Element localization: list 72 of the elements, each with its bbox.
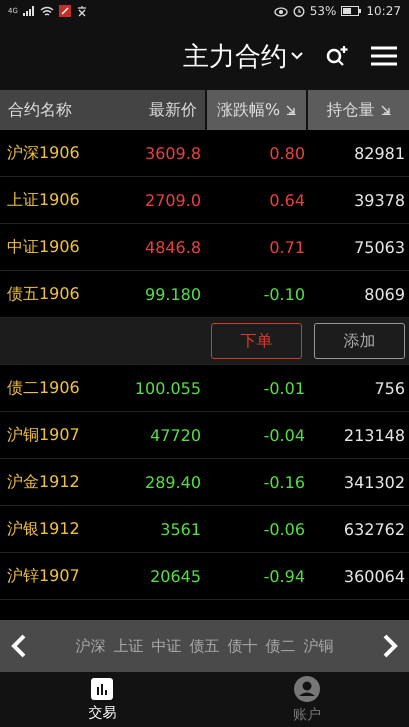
- sort-icon: [286, 105, 296, 115]
- contract-name: 沪深1906: [6, 142, 81, 164]
- latest-price: 20645: [149, 566, 201, 586]
- contract-name: 沪银1912: [6, 518, 81, 540]
- change-percent: -0.01: [262, 378, 305, 398]
- chevron-down-icon: [291, 52, 303, 60]
- column-header: 合约名称: [8, 100, 72, 120]
- change-percent: -0.10: [262, 284, 305, 304]
- menu-icon: [371, 46, 397, 66]
- battery-percent: 53%: [310, 4, 336, 18]
- eye-icon: [274, 6, 288, 16]
- latest-price: 289.40: [144, 472, 201, 492]
- change-percent: -0.94: [262, 566, 305, 586]
- category-tab[interactable]: 债五: [190, 636, 220, 656]
- wifi-icon: [40, 6, 54, 16]
- search-icon: [325, 44, 349, 68]
- search-add-button[interactable]: [325, 44, 349, 68]
- contract-type-dropdown[interactable]: 主力合约: [183, 38, 303, 74]
- category-tab[interactable]: 中证: [152, 636, 182, 656]
- latest-price: 4846.8: [144, 238, 201, 256]
- contract-name: 债五1906: [6, 284, 81, 304]
- latest-price: 2709.0: [144, 190, 201, 210]
- next-icon[interactable]: [381, 633, 399, 659]
- app-notification-icon: [58, 5, 71, 17]
- open-interest: 213148: [342, 426, 405, 444]
- open-interest: 756: [373, 378, 405, 398]
- category-tab[interactable]: 债二: [266, 636, 296, 656]
- change-percent: 0.80: [268, 144, 305, 162]
- change-percent: 0.71: [268, 238, 305, 256]
- latest-price: 100.055: [134, 378, 201, 398]
- column-header[interactable]: 持仓量: [306, 90, 409, 130]
- notification-icon: [76, 5, 88, 17]
- latest-price: 3609.8: [144, 144, 201, 162]
- nav-tab[interactable]: 交易: [0, 672, 204, 727]
- open-interest: 360064: [342, 566, 405, 586]
- latest-price: 47720: [149, 426, 201, 444]
- contract-name: 沪铜1907: [6, 424, 81, 446]
- contract-name: 债二1906: [6, 378, 81, 398]
- nav-tab[interactable]: 账户: [204, 672, 409, 727]
- open-interest: 82981: [353, 144, 405, 162]
- change-percent: -0.06: [262, 520, 305, 538]
- open-interest: 8069: [363, 284, 405, 304]
- contract-name: 沪锌1907: [6, 566, 81, 586]
- previous-icon[interactable]: [10, 633, 28, 659]
- alarm-icon: [292, 5, 305, 17]
- latest-price: 3561: [159, 520, 201, 538]
- open-interest: 75063: [353, 238, 405, 256]
- contract-name: 中证1906: [6, 236, 81, 258]
- sort-icon: [380, 105, 390, 115]
- column-header: 最新价: [149, 100, 197, 120]
- change-percent: -0.16: [262, 472, 305, 492]
- category-tab[interactable]: 债十: [228, 636, 258, 656]
- open-interest: 39378: [353, 190, 405, 210]
- category-tab[interactable]: 沪深: [76, 636, 106, 656]
- open-interest: 341302: [342, 472, 405, 492]
- menu-button[interactable]: [371, 46, 397, 66]
- user-icon: [294, 676, 320, 702]
- open-interest: 632762: [342, 520, 405, 538]
- add-button[interactable]: 添加: [314, 323, 405, 359]
- change-percent: -0.04: [262, 426, 305, 444]
- change-percent: 0.64: [268, 190, 305, 210]
- category-tab[interactable]: 上证: [114, 636, 144, 656]
- bar-chart-icon: [91, 678, 114, 700]
- contract-name: 上证1906: [6, 190, 81, 210]
- signal-icon: [22, 6, 35, 16]
- battery-icon: [341, 6, 362, 16]
- column-header[interactable]: 涨跌幅%: [205, 90, 306, 130]
- clock: 10:27: [366, 4, 401, 18]
- order-button[interactable]: 下单: [211, 323, 302, 359]
- latest-price: 99.180: [144, 284, 201, 304]
- category-tab[interactable]: 沪铜: [304, 636, 334, 656]
- contract-name: 沪金1912: [6, 472, 81, 492]
